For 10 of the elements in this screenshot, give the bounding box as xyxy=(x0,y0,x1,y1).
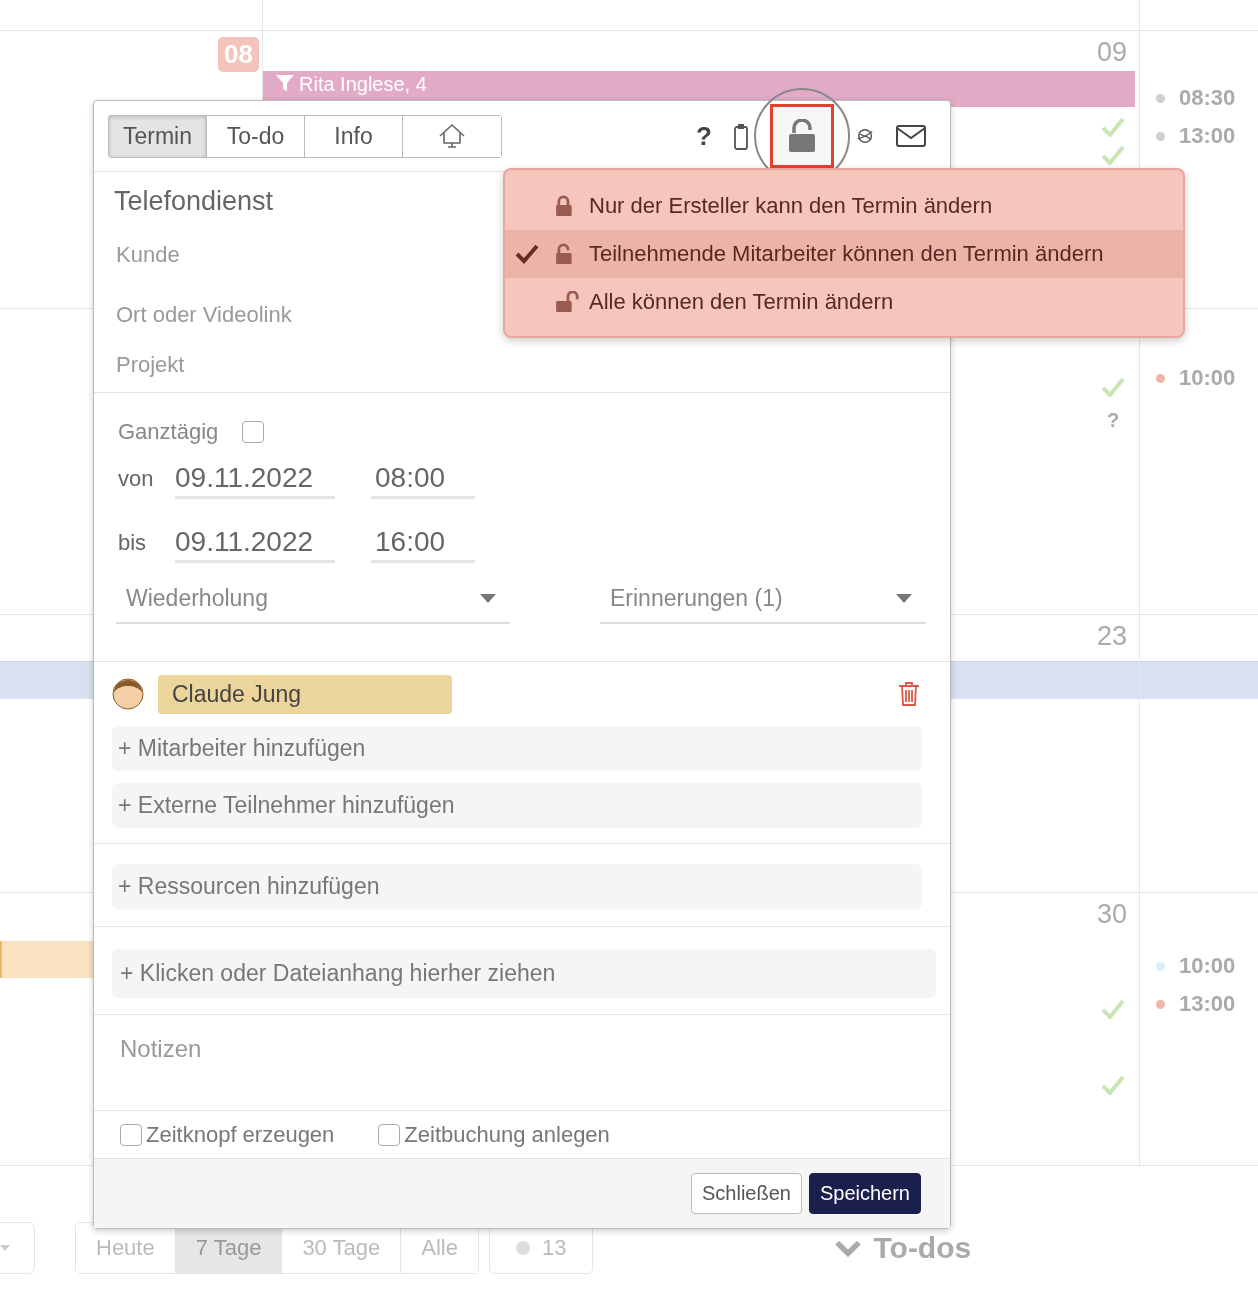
date-label: bis xyxy=(118,530,148,556)
date-label: von xyxy=(118,466,155,492)
all-day-label: Ganztägig xyxy=(118,419,219,445)
checkbox-label: Zeitbuchung anlegen xyxy=(404,1121,610,1148)
day-number: 09 xyxy=(1096,37,1127,69)
day-number: 23 xyxy=(1096,621,1127,653)
checkbox-label: Zeitknopf erzeugen xyxy=(146,1121,335,1148)
today-badge: 08 xyxy=(218,37,259,72)
day-number: 30 xyxy=(1096,899,1127,931)
question-mark: ? xyxy=(1106,409,1120,432)
